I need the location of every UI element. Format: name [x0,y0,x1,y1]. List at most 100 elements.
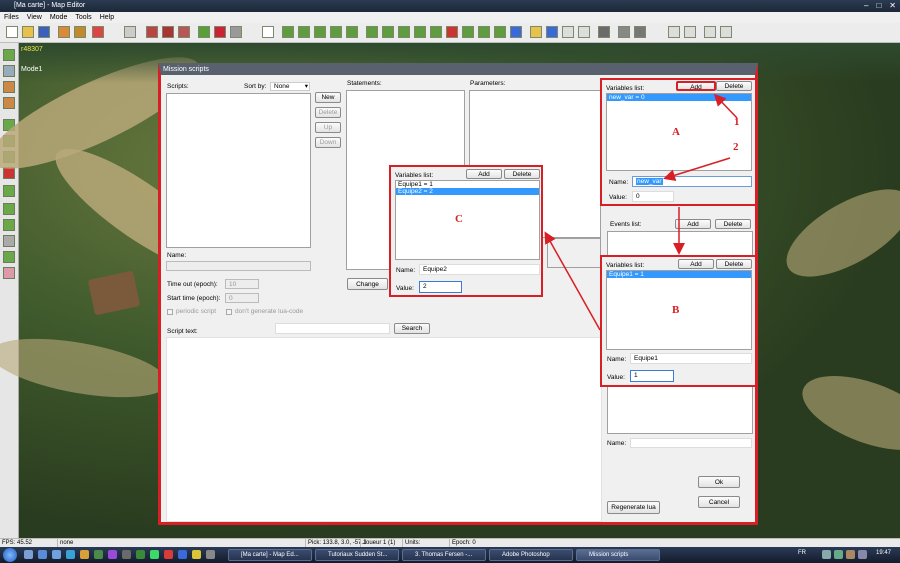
task-photoshop[interactable]: Adobe Photoshop [489,549,573,561]
minimize-icon[interactable]: – [864,1,868,11]
script-search-input[interactable] [275,323,390,334]
menu-help[interactable]: Help [100,12,114,23]
events-delete-button[interactable]: Delete [715,219,751,229]
script-icon[interactable] [562,26,574,38]
regenerate-lua-button[interactable]: Regenerate lua [607,501,660,514]
down-button[interactable]: Down [315,137,341,148]
tool-icon[interactable] [618,26,630,38]
task-mission-scripts[interactable]: Mission scripts [576,549,660,561]
panel-b-name-input[interactable]: Equipe1 [630,353,752,364]
undo-icon[interactable] [124,26,136,38]
ok-button[interactable]: Ok [698,476,740,488]
tray-icon[interactable] [822,550,831,559]
settings-icon[interactable] [92,26,104,38]
task-thomas-fersen[interactable]: 3. Thomas Fersen -... [402,549,486,561]
close-icon[interactable]: ✕ [889,1,896,11]
panel-c-add-button[interactable]: Add [466,169,502,179]
unit-icon[interactable] [478,26,490,38]
terrain-icon[interactable] [214,26,226,38]
change-button[interactable]: Change [347,278,388,290]
new-script-button[interactable]: New [315,92,341,103]
unit-icon[interactable] [446,26,458,38]
tool-icon[interactable] [3,49,15,61]
task-map-editor[interactable]: [Ma carte] - Map Ed... [228,549,312,561]
quicklaunch-icon[interactable] [38,550,47,559]
task-tutoriaux[interactable]: Tutoriaux Sudden St... [315,549,399,561]
tray-icon[interactable] [846,550,855,559]
maximize-icon[interactable]: □ [876,1,881,11]
list-item[interactable]: Equipe1 = 1 [607,271,751,278]
timeout-input[interactable]: 10 [225,279,259,289]
events-add-button[interactable]: Add [675,219,711,229]
quicklaunch-icon[interactable] [66,550,75,559]
nolua-checkbox[interactable] [226,309,232,315]
events-list[interactable] [607,231,753,256]
panel-b-value-input[interactable]: 1 [630,370,674,382]
script-icon[interactable] [530,26,542,38]
quicklaunch-icon[interactable] [52,550,61,559]
script-icon[interactable] [546,26,558,38]
lower-name-input[interactable] [630,438,752,448]
panel-a-add-button[interactable]: Add [676,81,716,91]
quicklaunch-icon[interactable] [136,550,145,559]
object-icon[interactable] [366,26,378,38]
tool-icon[interactable] [3,235,15,247]
tool-icon[interactable] [3,185,15,197]
object-icon[interactable] [598,26,610,38]
object-icon[interactable] [414,26,426,38]
search-button[interactable]: Search [394,323,430,334]
menu-files[interactable]: Files [4,12,19,23]
quicklaunch-icon[interactable] [108,550,117,559]
tool-icon[interactable] [3,97,15,109]
quicklaunch-icon[interactable] [80,550,89,559]
new-file-icon[interactable] [6,26,18,38]
tree-icon[interactable] [330,26,342,38]
start-button-icon[interactable] [3,548,17,562]
terrain-icon[interactable] [198,26,210,38]
scripts-list[interactable] [166,93,311,248]
quicklaunch-icon[interactable] [94,550,103,559]
list-item[interactable]: Equipe2 = 2 [396,188,539,195]
quicklaunch-icon[interactable] [164,550,173,559]
quicklaunch-icon[interactable] [192,550,201,559]
tool-icon[interactable] [3,267,15,279]
events-detail-list[interactable] [607,386,753,434]
panel-b-add-button[interactable]: Add [678,259,714,269]
panel-a-name-input[interactable]: new_var [632,176,752,187]
language-indicator[interactable]: FR [798,550,806,556]
panel-c-delete-button[interactable]: Delete [504,169,540,179]
script-name-input[interactable] [166,261,311,271]
periodic-checkbox[interactable] [167,309,173,315]
save-icon[interactable] [38,26,50,38]
starttime-input[interactable]: 0 [225,293,259,303]
script-text-area[interactable] [166,337,602,522]
quicklaunch-icon[interactable] [122,550,131,559]
quicklaunch-icon[interactable] [178,550,187,559]
tree-icon[interactable] [282,26,294,38]
list-item[interactable]: new_var = 0 [607,94,751,101]
tool-icon[interactable] [162,26,174,38]
tool-icon[interactable] [3,65,15,77]
cursor-icon[interactable] [262,26,274,38]
water-icon[interactable] [510,26,522,38]
panel-a-value-input[interactable]: 0 [632,191,674,202]
tool-icon[interactable] [178,26,190,38]
unit-icon[interactable] [462,26,474,38]
tray-icon[interactable] [834,550,843,559]
menu-tools[interactable]: Tools [75,12,91,23]
panel-a-delete-button[interactable]: Delete [716,81,752,91]
up-button[interactable]: Up [315,122,341,133]
list-item[interactable]: Equipe1 = 1 [396,181,539,188]
object-icon[interactable] [398,26,410,38]
quicklaunch-icon[interactable] [150,550,159,559]
menu-mode[interactable]: Mode [50,12,68,23]
tool-icon[interactable] [3,219,15,231]
tree-icon[interactable] [314,26,326,38]
tray-icon[interactable] [858,550,867,559]
tool-icon[interactable] [3,251,15,263]
panel-c-value-input[interactable]: 2 [419,281,462,293]
script-icon[interactable] [578,26,590,38]
import-icon[interactable] [58,26,70,38]
open-folder-icon[interactable] [22,26,34,38]
tree-icon[interactable] [298,26,310,38]
